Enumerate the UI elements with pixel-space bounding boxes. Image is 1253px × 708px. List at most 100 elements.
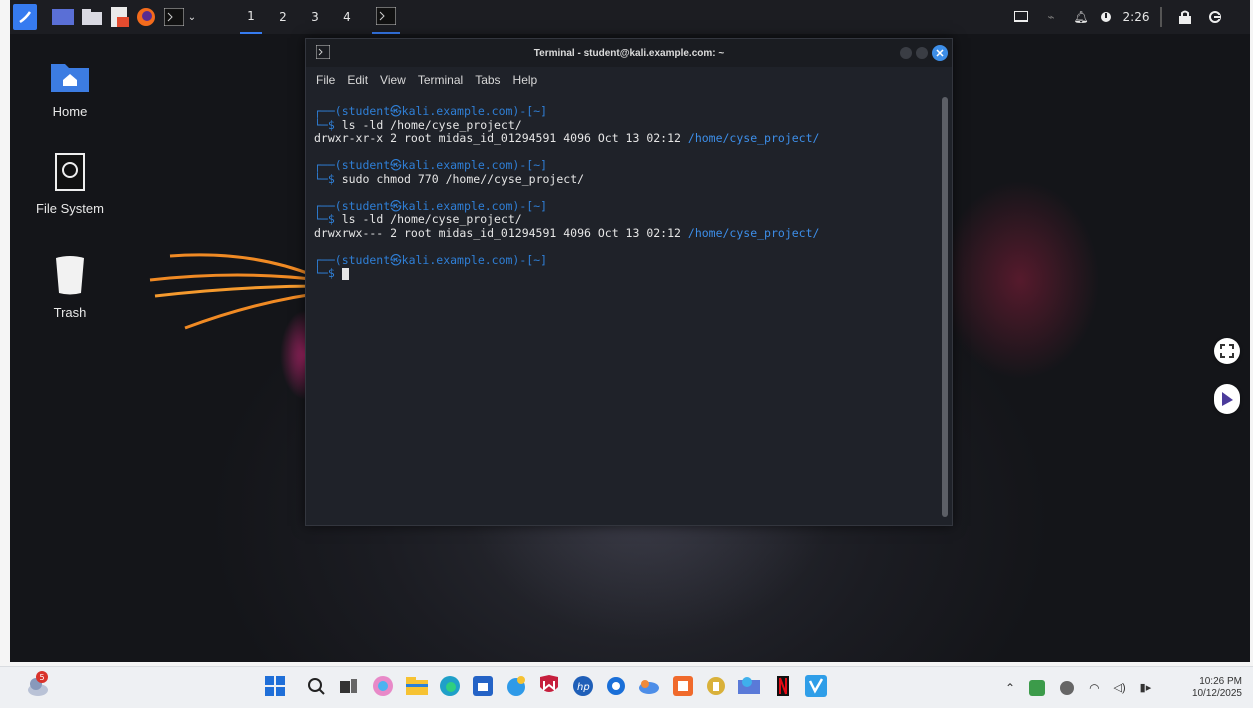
logout-button[interactable] [1204, 0, 1226, 34]
weather-widget[interactable]: 5 [26, 671, 52, 699]
menu-terminal[interactable]: Terminal [418, 73, 463, 87]
taskbar-app-9[interactable] [703, 673, 729, 699]
paint-icon [507, 676, 525, 696]
taskbar-app-7[interactable] [636, 673, 662, 699]
menu-file[interactable]: File [316, 73, 335, 87]
kali-logo-icon [13, 4, 37, 30]
command-output: drwxr-xr-x 2 root midas_id_01294591 4096… [314, 131, 681, 145]
taskbar-app-1[interactable] [370, 673, 396, 699]
prompt-line: ┌──(student㉿kali.example.com)-[~] [314, 104, 548, 118]
taskbar-time: 10:26 PM [1199, 675, 1242, 687]
panel-clock[interactable]: 2:26 [1118, 0, 1154, 34]
window-title: Terminal - student@kali.example.com: ~ [533, 47, 725, 59]
volume-icon[interactable]: ◁) [1114, 681, 1126, 694]
workspace-label: 4 [343, 10, 351, 24]
maximize-button[interactable] [916, 47, 928, 59]
menu-view[interactable]: View [380, 73, 406, 87]
clock-text: 2:26 [1122, 10, 1150, 24]
terminal-launcher[interactable]: ⌄ [160, 0, 200, 34]
terminal-output[interactable]: ┌──(student㉿kali.example.com)-[~] └─$ ls… [314, 104, 934, 517]
workspace-label: 3 [311, 10, 319, 24]
notifications-button[interactable]: 🔔︎ [1070, 0, 1092, 34]
store-icon [473, 676, 493, 696]
taskbar-terminal-window[interactable] [372, 0, 400, 34]
display-button[interactable] [1010, 0, 1032, 34]
terminal-icon [316, 45, 330, 59]
desktop-home[interactable]: Home [25, 58, 115, 119]
command-text: ls -ld /home/cyse_project/ [341, 117, 522, 132]
workspace-1[interactable]: 1 [240, 0, 262, 34]
chevron-up-icon[interactable]: ⌃ [1005, 681, 1015, 695]
network-off-icon: ⌁ [1047, 10, 1055, 24]
network-button[interactable]: ⌁ [1040, 0, 1062, 34]
workspace-2[interactable]: 2 [272, 0, 294, 34]
menu-tabs[interactable]: Tabs [475, 73, 500, 87]
close-button[interactable]: ✕ [932, 45, 948, 61]
kali-menu-button[interactable] [12, 0, 38, 34]
workspace-3[interactable]: 3 [304, 0, 326, 34]
panel-separator [1160, 7, 1162, 27]
tray-app-icon-2[interactable] [1059, 680, 1075, 696]
send-input-button[interactable] [1214, 384, 1240, 414]
taskbar-date: 10/12/2025 [1191, 687, 1242, 699]
firefox-icon [137, 8, 155, 26]
menu-help[interactable]: Help [513, 73, 538, 87]
taskbar-clock[interactable]: 10:26 PM 10/12/2025 [1190, 667, 1242, 708]
fullscreen-button[interactable] [1214, 338, 1240, 364]
prompt-marker: └─$ [314, 117, 335, 132]
svg-text:hp: hp [577, 682, 590, 693]
output-path: /home/cyse_project/ [687, 131, 820, 145]
wifi-icon[interactable]: ◠ [1089, 681, 1099, 695]
chevron-down-icon[interactable]: ⌄ [188, 12, 196, 23]
mcafee-icon [540, 675, 558, 692]
drive-icon [55, 153, 85, 191]
terminal-window[interactable]: Terminal - student@kali.example.com: ~ ✕… [305, 38, 953, 526]
minimize-button[interactable] [900, 47, 912, 59]
command-text: sudo chmod 770 /home//cyse_project/ [341, 171, 585, 186]
desktop-file-system[interactable]: File System [25, 153, 115, 216]
power-icon [1101, 12, 1111, 22]
text-editor-icon [111, 7, 129, 27]
firefox-button[interactable] [134, 0, 158, 34]
taskbar-app-8[interactable] [670, 673, 696, 699]
file-manager-button[interactable] [80, 0, 104, 34]
workspace-label: 1 [247, 9, 255, 23]
netflix-button[interactable] [770, 673, 796, 699]
show-desktop-button[interactable] [50, 0, 76, 34]
battery-icon[interactable]: ▮▸ [1140, 681, 1152, 694]
wallpaper-glow [940, 180, 1100, 380]
task-view-button[interactable] [336, 673, 362, 699]
terminal-titlebar[interactable]: Terminal - student@kali.example.com: ~ ✕ [306, 39, 952, 67]
taskbar-app-mcafee[interactable] [536, 673, 562, 699]
prompt-marker: └─$ [314, 171, 335, 186]
home-folder-icon [51, 64, 89, 92]
taskbar-app-6[interactable] [603, 673, 629, 699]
close-icon: ✕ [935, 47, 945, 60]
menu-edit[interactable]: Edit [347, 73, 368, 87]
workspace-4[interactable]: 4 [336, 0, 358, 34]
text-editor-button[interactable] [108, 0, 132, 34]
file-explorer-button[interactable] [404, 673, 430, 699]
taskbar-app-paint[interactable] [503, 673, 529, 699]
output-path: /home/cyse_project/ [687, 225, 820, 240]
taskbar-app-hp[interactable]: hp [570, 673, 596, 699]
monitor-icon [1014, 11, 1028, 22]
desktop-trash[interactable]: Trash [25, 255, 115, 320]
store-button[interactable] [470, 673, 496, 699]
trash-icon [56, 256, 84, 295]
prompt-line: ┌──(student㉿kali.example.com)-[~] [314, 198, 548, 213]
taskbar-app-10[interactable] [736, 673, 762, 699]
start-button[interactable] [262, 673, 288, 699]
netflix-icon [777, 676, 789, 696]
prompt-line: ┌──(student㉿kali.example.com)-[~] [314, 158, 548, 172]
app-icon [738, 677, 760, 694]
lock-screen-button[interactable] [1174, 0, 1196, 34]
edge-button[interactable] [437, 673, 463, 699]
tray-app-icon[interactable] [1029, 679, 1046, 696]
visual-studio-button[interactable] [803, 673, 829, 699]
power-status-button[interactable] [1096, 0, 1116, 34]
search-button[interactable] [303, 673, 329, 699]
desktop-icon [52, 9, 74, 25]
edge-icon [440, 676, 460, 696]
terminal-scrollbar[interactable] [942, 97, 948, 517]
